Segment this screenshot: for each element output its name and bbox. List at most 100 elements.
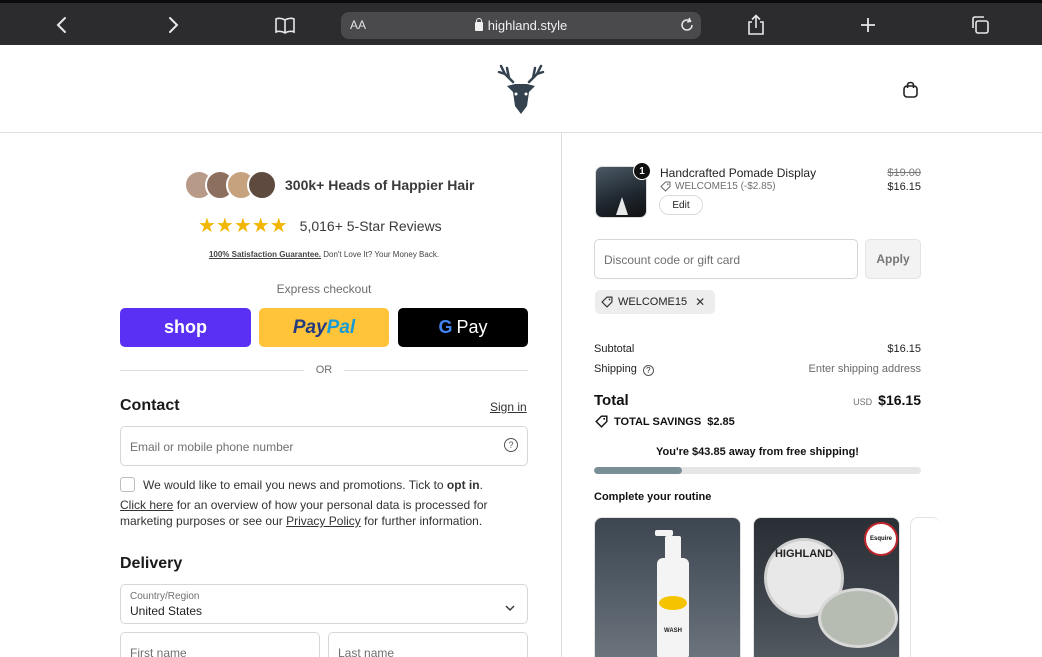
guarantee-rest: Don't Love It? Your Money Back. — [321, 250, 440, 259]
free-shipping-message: You're $43.85 away from free shipping! — [656, 446, 859, 458]
google-pay-button[interactable]: G Pay — [398, 308, 528, 347]
routine-heading: Complete your routine — [594, 491, 712, 503]
customer-avatars — [184, 170, 277, 200]
divider-line — [344, 369, 528, 371]
savings-label: TOTAL SAVINGS — [614, 415, 702, 428]
bottle-logo — [659, 596, 687, 610]
divider-line — [120, 369, 304, 371]
free-shipping-progress — [594, 467, 921, 474]
open-tin-image — [818, 588, 898, 648]
shipping-help-icon[interactable]: ? — [642, 365, 654, 376]
help-icon[interactable]: ? — [504, 438, 518, 452]
tabs-overview-icon[interactable] — [967, 12, 993, 38]
url-text: highland.style — [487, 18, 568, 33]
progress-fill — [594, 467, 683, 474]
opt-in-text: We would like to email you news and prom… — [143, 478, 447, 492]
tag-icon — [660, 181, 671, 192]
apply-discount-button[interactable]: Apply — [865, 239, 921, 279]
opt-in-label: We would like to email you news and prom… — [143, 478, 483, 492]
shop-pay-button[interactable]: shop — [120, 308, 251, 347]
address-bar[interactable]: AA highland.style — [341, 12, 701, 39]
recommended-product-card[interactable]: HIGHLAND Esquire — [753, 517, 900, 657]
subtotal-value: $16.15 — [887, 343, 921, 355]
quantity-badge: 1 — [633, 162, 651, 180]
privacy-end-text: for further information. — [360, 514, 483, 528]
applied-code-chip: WELCOME15 ✕ — [595, 290, 716, 314]
item-name: Handcrafted Pomade Display — [660, 166, 817, 180]
column-divider — [561, 133, 562, 657]
edit-item-button[interactable]: Edit — [659, 195, 703, 215]
forward-icon[interactable] — [160, 12, 186, 38]
stag-head-icon[interactable] — [495, 62, 547, 123]
last-name-placeholder: Last name — [338, 646, 395, 657]
total-value-row: USD $16.15 — [853, 392, 921, 408]
total-value: $16.15 — [878, 392, 921, 408]
or-label: OR — [315, 364, 333, 376]
shopping-bag-icon[interactable] — [902, 81, 919, 104]
guarantee-text: 100% Satisfaction Guarantee. Don't Love … — [120, 250, 528, 259]
star-rating-icon: ★★★★★ — [198, 215, 288, 237]
back-icon[interactable] — [49, 12, 75, 38]
reviews-row: ★★★★★ 5,016+ 5-Star Reviews — [198, 213, 442, 238]
shipping-label-row: Shipping ? — [594, 363, 654, 376]
recommended-product-card[interactable] — [910, 517, 940, 657]
first-name-placeholder: First name — [130, 646, 187, 657]
email-placeholder: Email or mobile phone number — [130, 440, 294, 454]
bottle-neck — [665, 536, 681, 560]
or-divider: OR — [120, 364, 528, 376]
privacy-notice: Click here for an overview of how your p… — [120, 497, 530, 529]
contact-heading: Contact — [120, 397, 180, 414]
item-original-price: $19.00 — [887, 167, 921, 179]
country-value: United States — [130, 604, 203, 618]
product-label: WASH — [664, 628, 682, 634]
privacy-policy-link[interactable]: Privacy Policy — [286, 514, 361, 528]
tag-icon — [595, 415, 608, 428]
applied-code-text: WELCOME15 — [618, 296, 688, 308]
reload-icon[interactable] — [679, 17, 695, 38]
store-header — [0, 45, 1042, 133]
paypal-label-part1: Pay — [292, 316, 327, 338]
last-name-field[interactable]: Last name — [328, 632, 528, 657]
express-checkout-title: Express checkout — [276, 282, 372, 296]
sign-in-link[interactable]: Sign in — [490, 400, 527, 414]
google-pay-label: Pay — [456, 317, 488, 337]
paypal-label-part2: Pal — [326, 316, 356, 338]
reviews-count-text: 5,016+ 5-Star Reviews — [299, 217, 442, 234]
discount-placeholder: Discount code or gift card — [604, 253, 741, 267]
chevron-down-icon — [505, 599, 515, 617]
total-currency: USD — [853, 397, 873, 407]
opt-in-checkbox[interactable] — [120, 477, 135, 492]
discount-code-input[interactable]: Discount code or gift card — [594, 239, 858, 279]
recommended-product-card[interactable]: WASH — [594, 517, 741, 657]
bookmarks-icon[interactable] — [272, 12, 298, 38]
delivery-heading: Delivery — [120, 555, 183, 572]
total-savings: TOTAL SAVINGS $2.85 — [595, 415, 735, 428]
subtotal-label: Subtotal — [594, 343, 635, 355]
remove-code-icon[interactable]: ✕ — [695, 295, 705, 309]
country-label: Country/Region — [130, 591, 200, 602]
shop-pay-label: shop — [164, 317, 207, 337]
lock-icon — [474, 18, 483, 31]
tag-icon — [601, 296, 613, 308]
shipping-value: Enter shipping address — [808, 363, 921, 375]
browser-toolbar: AA highland.style — [0, 0, 1042, 45]
opt-in-end: . — [479, 478, 483, 492]
product-brand: HIGHLAND — [774, 548, 834, 560]
email-field[interactable]: Email or mobile phone number ? — [120, 426, 528, 466]
first-name-field[interactable]: First name — [120, 632, 320, 657]
country-select[interactable]: Country/Region United States — [120, 584, 528, 624]
social-proof: 300k+ Heads of Happier Hair — [184, 170, 474, 200]
item-discount: WELCOME15 (-$2.85) — [660, 181, 776, 192]
savings-value: $2.85 — [707, 415, 735, 428]
google-g-icon: G — [438, 317, 453, 337]
paypal-button[interactable]: Pay Pal — [259, 308, 389, 347]
share-icon[interactable] — [743, 12, 769, 38]
item-discount-code: WELCOME15 (-$2.85) — [675, 181, 776, 192]
new-tab-icon[interactable] — [855, 12, 881, 38]
click-here-link[interactable]: Click here — [120, 498, 173, 512]
url-display: highland.style — [341, 18, 701, 33]
avatar — [247, 170, 277, 200]
guarantee-bold: 100% Satisfaction Guarantee. — [208, 250, 321, 259]
shipping-label: Shipping — [594, 363, 637, 375]
item-discounted-price: $16.15 — [887, 181, 921, 193]
